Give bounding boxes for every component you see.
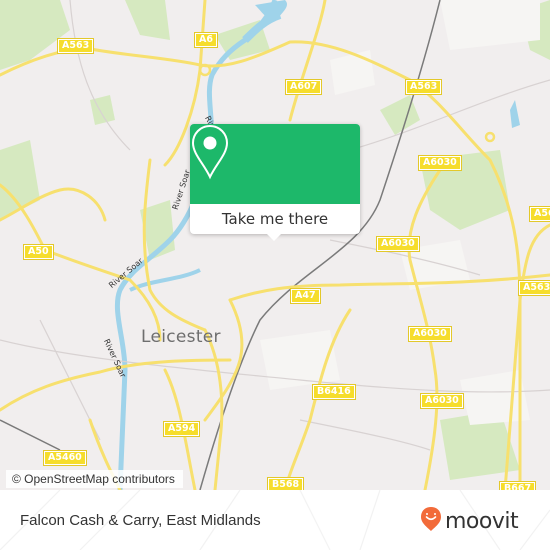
road-label-a6030: A6030 bbox=[418, 155, 462, 171]
road-label-a594: A594 bbox=[162, 421, 201, 437]
road-label-a563: A563 bbox=[404, 79, 443, 95]
map-tiles bbox=[0, 0, 550, 490]
road-label-a6: A6 bbox=[194, 32, 218, 48]
city-label: Leicester bbox=[141, 327, 221, 347]
moovit-logo[interactable]: moovit bbox=[420, 506, 519, 536]
moovit-pin-icon bbox=[420, 506, 442, 536]
road-label-a6030: A6030 bbox=[420, 393, 464, 409]
railway bbox=[0, 0, 441, 490]
road-label-a56: A56 bbox=[529, 206, 550, 222]
popup-header bbox=[190, 124, 360, 204]
destination-popup: Take me there bbox=[190, 124, 360, 241]
map-view[interactable]: A563 A6 A607 A563 A6030 A6030 A56 A50 A4… bbox=[0, 0, 550, 490]
footer-bar: Falcon Cash & Carry, East Midlands moovi… bbox=[0, 490, 550, 550]
pond bbox=[510, 100, 520, 128]
road-label-a50: A50 bbox=[23, 244, 54, 260]
take-me-there-button[interactable]: Take me there bbox=[190, 204, 360, 234]
road-label-a47: A47 bbox=[290, 288, 321, 304]
road-label-a5460: A5460 bbox=[43, 450, 87, 466]
road-label-b568: B568 bbox=[266, 477, 305, 490]
road-label-a607: A607 bbox=[284, 79, 323, 95]
road-label-a563: A563 bbox=[517, 280, 550, 296]
brand-name: moovit bbox=[445, 508, 519, 534]
map-attribution[interactable]: © OpenStreetMap contributors bbox=[6, 470, 183, 488]
roundabout bbox=[484, 131, 496, 143]
road-label-a6030: A6030 bbox=[376, 236, 420, 252]
popup-pointer bbox=[266, 233, 282, 241]
road-label-a6030: A6030 bbox=[408, 326, 452, 342]
road-label-b667: B667 bbox=[498, 481, 537, 490]
road-label-a563: A563 bbox=[56, 38, 95, 54]
reservoir bbox=[255, 0, 288, 21]
place-name: Falcon Cash & Carry, East Midlands bbox=[20, 512, 261, 529]
road-label-b6416: B6416 bbox=[312, 384, 356, 400]
